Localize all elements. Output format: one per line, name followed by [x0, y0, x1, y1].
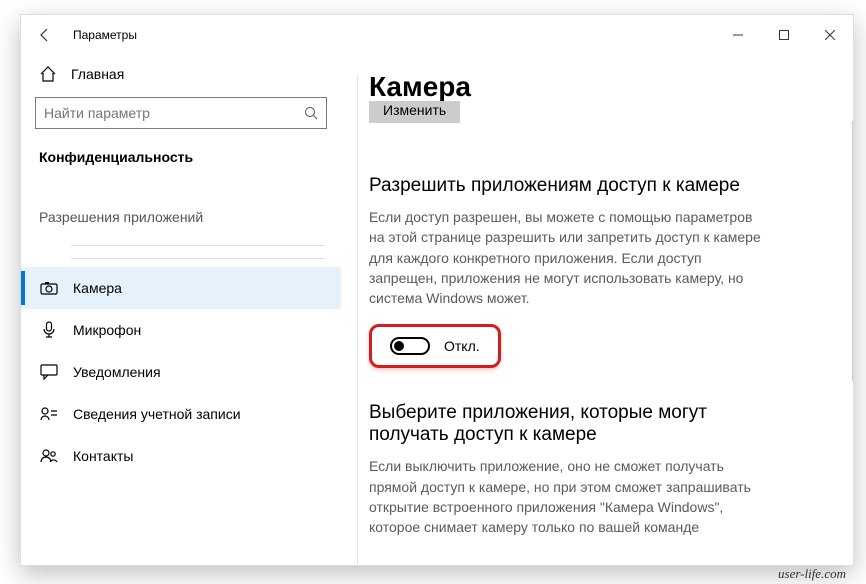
- sidebar-item-contacts[interactable]: Контакты: [21, 435, 341, 477]
- allow-apps-description: Если доступ разрешен, вы можете с помощь…: [369, 207, 769, 308]
- search-icon: [296, 106, 326, 120]
- choose-apps-description: Если выключить приложение, оно не сможет…: [369, 456, 769, 537]
- sidebar-item-label: Камера: [73, 280, 122, 296]
- window-title: Параметры: [73, 28, 137, 42]
- sidebar-item-notifications[interactable]: Уведомления: [21, 351, 341, 393]
- back-button[interactable]: [31, 21, 59, 49]
- contacts-icon: [39, 449, 59, 463]
- microphone-icon: [39, 321, 59, 339]
- nav-home-label: Главная: [71, 66, 124, 82]
- sidebar-item-camera[interactable]: Камера: [21, 267, 341, 309]
- maximize-button[interactable]: [761, 19, 807, 51]
- sidebar-item-microphone[interactable]: Микрофон: [21, 309, 341, 351]
- search-field[interactable]: [36, 105, 296, 121]
- search-input[interactable]: [35, 97, 327, 129]
- toggle-state-label: Откл.: [444, 338, 480, 354]
- account-icon: [39, 407, 59, 421]
- sidebar-item-label: Контакты: [73, 448, 133, 464]
- nav-home[interactable]: Главная: [21, 55, 341, 93]
- watermark: user-life.com: [778, 566, 846, 582]
- sidebar-item-label: Уведомления: [73, 364, 161, 380]
- close-button[interactable]: [807, 19, 853, 51]
- chat-icon: [39, 364, 59, 380]
- camera-icon: [39, 281, 59, 295]
- home-icon: [39, 65, 57, 83]
- sidebar-item-label: Микрофон: [73, 322, 141, 338]
- change-button[interactable]: Изменить: [369, 101, 460, 123]
- minimize-button[interactable]: [715, 19, 761, 51]
- sidebar-subgroup-title: Разрешения приложений: [21, 173, 341, 231]
- scrollbar-indicator[interactable]: [852, 121, 854, 381]
- page-title: Камера: [369, 71, 823, 103]
- toggle-highlight-box: Откл.: [369, 324, 501, 368]
- allow-apps-heading: Разрешить приложениям доступ к камере: [369, 175, 823, 197]
- sidebar-item-label: Сведения учетной записи: [73, 406, 241, 422]
- nav-overflow-indicator: [71, 245, 325, 259]
- camera-access-toggle[interactable]: [390, 337, 430, 355]
- choose-apps-heading: Выберите приложения, которые могут получ…: [369, 402, 769, 446]
- sidebar-group-title: Конфиденциальность: [21, 143, 341, 173]
- sidebar-item-account-info[interactable]: Сведения учетной записи: [21, 393, 341, 435]
